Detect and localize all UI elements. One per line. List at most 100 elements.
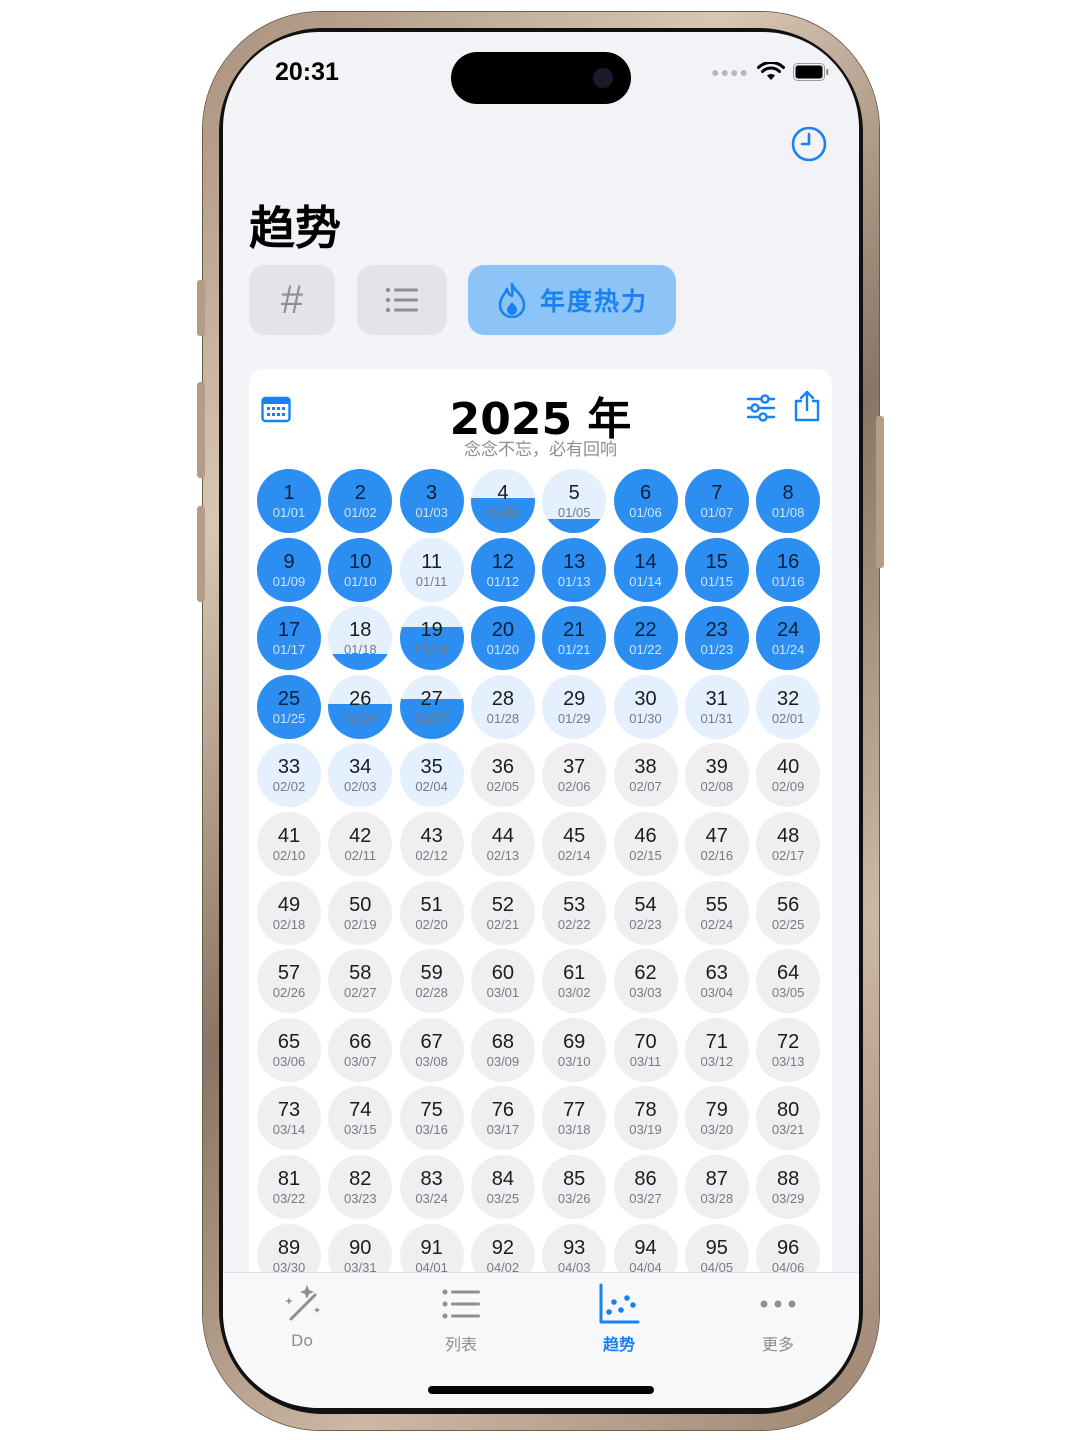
day-cell[interactable]: 5 01/05 [542, 469, 607, 533]
day-cell[interactable]: 72 03/13 [756, 1017, 821, 1082]
day-cell[interactable]: 82 03/23 [328, 1155, 393, 1219]
day-cell[interactable]: 52 02/21 [470, 880, 535, 945]
day-cell[interactable]: 13 01/13 [542, 537, 607, 602]
day-cell[interactable]: 78 03/19 [613, 1086, 678, 1151]
day-cell[interactable]: 50 02/19 [328, 880, 393, 945]
day-cell[interactable]: 43 02/12 [399, 812, 464, 876]
day-cell[interactable]: 14 01/14 [613, 537, 678, 602]
day-cell[interactable]: 53 02/22 [542, 880, 607, 945]
day-date: 03/23 [344, 1191, 377, 1206]
day-cell[interactable]: 1 01/01 [257, 469, 321, 533]
day-cell[interactable]: 35 02/04 [399, 743, 464, 808]
day-cell[interactable]: 59 02/28 [399, 949, 464, 1014]
day-cell[interactable]: 61 03/02 [542, 949, 607, 1014]
day-cell[interactable]: 51 02/20 [399, 880, 464, 945]
sliders-icon[interactable] [746, 393, 776, 423]
day-cell[interactable]: 71 03/12 [684, 1017, 749, 1082]
day-cell[interactable]: 4 01/04 [470, 469, 535, 533]
day-cell[interactable]: 18 01/18 [328, 606, 393, 671]
day-cell[interactable]: 84 03/25 [470, 1155, 535, 1219]
segment-list-button[interactable] [357, 265, 447, 335]
day-cell[interactable]: 60 03/01 [470, 949, 535, 1014]
day-cell[interactable]: 45 02/14 [542, 812, 607, 876]
day-cell[interactable]: 27 01/27 [399, 674, 464, 739]
day-cell[interactable]: 74 03/15 [328, 1086, 393, 1151]
day-cell[interactable]: 33 02/02 [257, 743, 321, 808]
day-cell[interactable]: 26 01/26 [328, 674, 393, 739]
history-clock-icon[interactable] [789, 124, 829, 164]
day-cell[interactable]: 83 03/24 [399, 1155, 464, 1219]
day-cell[interactable]: 11 01/11 [399, 537, 464, 602]
day-cell[interactable]: 68 03/09 [470, 1017, 535, 1082]
day-cell[interactable]: 67 03/08 [399, 1017, 464, 1082]
day-cell[interactable]: 76 03/17 [470, 1086, 535, 1151]
day-cell[interactable]: 57 02/26 [257, 949, 321, 1014]
day-cell[interactable]: 17 01/17 [257, 606, 321, 671]
tab-do[interactable]: Do [242, 1283, 362, 1350]
day-cell[interactable]: 22 01/22 [613, 606, 678, 671]
day-cell[interactable]: 63 03/04 [684, 949, 749, 1014]
day-cell[interactable]: 54 02/23 [613, 880, 678, 945]
day-cell[interactable]: 38 02/07 [613, 743, 678, 808]
day-cell[interactable]: 41 02/10 [257, 812, 321, 876]
day-cell[interactable]: 56 02/25 [756, 880, 821, 945]
day-cell[interactable]: 37 02/06 [542, 743, 607, 808]
day-cell[interactable]: 85 03/26 [542, 1155, 607, 1219]
segment-count-button[interactable]: # [249, 265, 335, 335]
day-cell[interactable]: 46 02/15 [613, 812, 678, 876]
day-cell[interactable]: 31 01/31 [684, 674, 749, 739]
day-cell[interactable]: 65 03/06 [257, 1017, 321, 1082]
day-cell[interactable]: 7 01/07 [684, 469, 749, 533]
day-cell[interactable]: 86 03/27 [613, 1155, 678, 1219]
day-cell[interactable]: 9 01/09 [257, 537, 321, 602]
day-cell[interactable]: 29 01/29 [542, 674, 607, 739]
day-cell[interactable]: 15 01/15 [684, 537, 749, 602]
tab-trends[interactable]: 趋势 [559, 1283, 679, 1355]
share-icon[interactable] [792, 389, 822, 423]
day-cell[interactable]: 81 03/22 [257, 1155, 321, 1219]
day-cell[interactable]: 70 03/11 [613, 1017, 678, 1082]
day-cell[interactable]: 12 01/12 [470, 537, 535, 602]
day-cell[interactable]: 44 02/13 [470, 812, 535, 876]
day-cell[interactable]: 16 01/16 [756, 537, 821, 602]
day-cell[interactable]: 2 01/02 [328, 469, 393, 533]
day-cell[interactable]: 39 02/08 [684, 743, 749, 808]
tab-more[interactable]: 更多 [718, 1283, 838, 1355]
day-cell[interactable]: 40 02/09 [756, 743, 821, 808]
day-cell[interactable]: 88 03/29 [756, 1155, 821, 1219]
day-cell[interactable]: 58 02/27 [328, 949, 393, 1014]
day-cell[interactable]: 19 01/19 [399, 606, 464, 671]
day-number: 49 [277, 893, 301, 916]
day-cell[interactable]: 21 01/21 [542, 606, 607, 671]
day-cell[interactable]: 75 03/16 [399, 1086, 464, 1151]
day-cell[interactable]: 55 02/24 [684, 880, 749, 945]
day-cell[interactable]: 73 03/14 [257, 1086, 321, 1151]
day-cell[interactable]: 28 01/28 [470, 674, 535, 739]
day-cell[interactable]: 87 03/28 [684, 1155, 749, 1219]
day-cell[interactable]: 77 03/18 [542, 1086, 607, 1151]
day-cell[interactable]: 64 03/05 [756, 949, 821, 1014]
day-cell[interactable]: 6 01/06 [613, 469, 678, 533]
day-cell[interactable]: 36 02/05 [470, 743, 535, 808]
day-cell[interactable]: 62 03/03 [613, 949, 678, 1014]
day-cell[interactable]: 25 01/25 [257, 674, 321, 739]
day-cell[interactable]: 48 02/17 [756, 812, 821, 876]
day-cell[interactable]: 30 01/30 [613, 674, 678, 739]
day-cell[interactable]: 66 03/07 [328, 1017, 393, 1082]
day-cell[interactable]: 49 02/18 [257, 880, 321, 945]
day-cell[interactable]: 20 01/20 [470, 606, 535, 671]
day-cell[interactable]: 8 01/08 [756, 469, 821, 533]
day-cell[interactable]: 47 02/16 [684, 812, 749, 876]
day-cell[interactable]: 80 03/21 [756, 1086, 821, 1151]
day-cell[interactable]: 79 03/20 [684, 1086, 749, 1151]
day-cell[interactable]: 69 03/10 [542, 1017, 607, 1082]
day-cell[interactable]: 24 01/24 [756, 606, 821, 671]
day-cell[interactable]: 23 01/23 [684, 606, 749, 671]
day-cell[interactable]: 34 02/03 [328, 743, 393, 808]
tab-list[interactable]: 列表 [401, 1283, 521, 1355]
day-cell[interactable]: 42 02/11 [328, 812, 393, 876]
segment-annual-heat-button[interactable]: 年度热力 [468, 265, 676, 335]
day-cell[interactable]: 32 02/01 [756, 674, 821, 739]
day-cell[interactable]: 10 01/10 [328, 537, 393, 602]
day-cell[interactable]: 3 01/03 [399, 469, 464, 533]
